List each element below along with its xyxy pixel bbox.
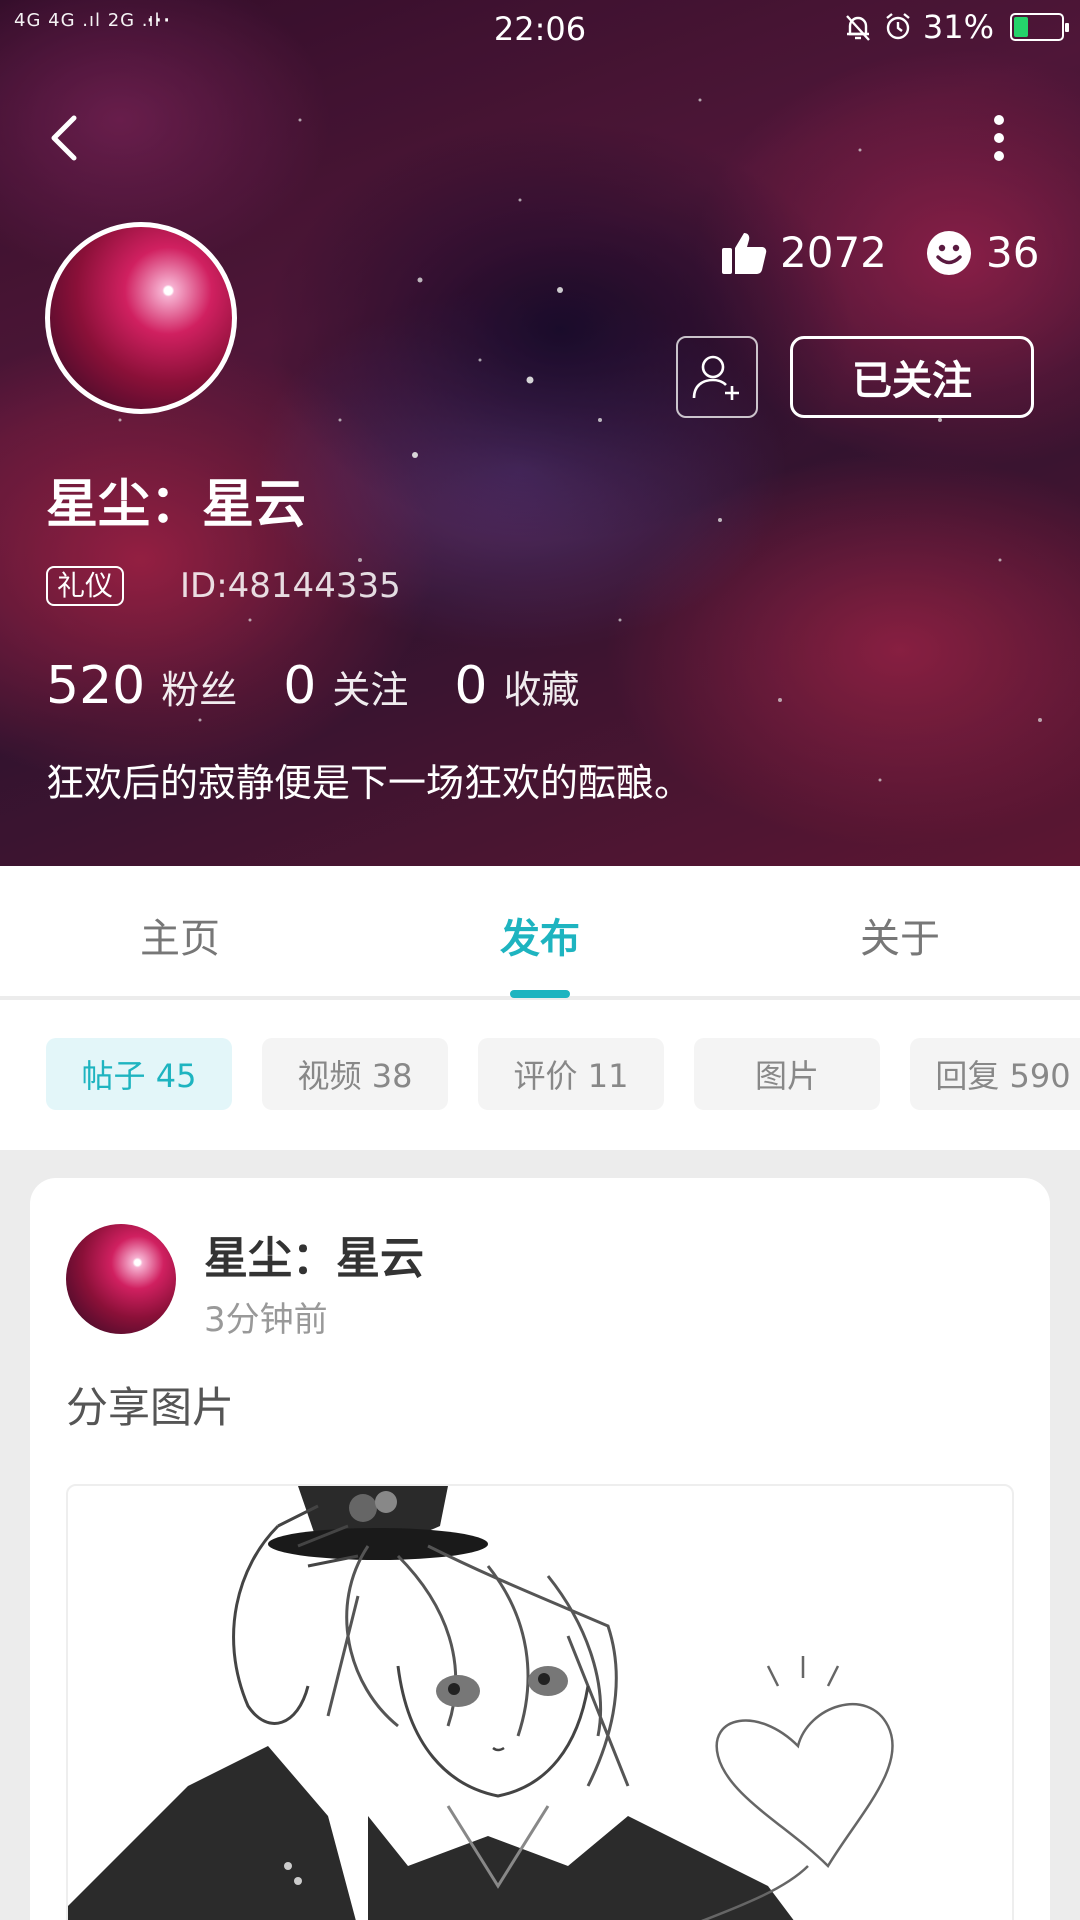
likes-count: 2072 bbox=[780, 228, 887, 277]
post-card[interactable]: 星尘：星云 3分钟前 分享图片 bbox=[30, 1178, 1050, 1920]
more-options-button[interactable] bbox=[984, 108, 1014, 168]
profile-header: 4G 4G .ıl 2G .ıl ··· 22:06 31% 2072 36 已… bbox=[0, 0, 1080, 866]
content-filter-bar: 帖子 45 视频 38 评价 11 图片 回复 590 bbox=[0, 1000, 1080, 1150]
header-shade bbox=[0, 0, 1080, 866]
chevron-left-icon bbox=[51, 115, 77, 161]
filter-reviews[interactable]: 评价 11 bbox=[478, 1038, 664, 1110]
fans-count[interactable]: 520 bbox=[46, 656, 145, 716]
thumbs-up-icon bbox=[722, 232, 767, 274]
tab-home[interactable]: 主页 bbox=[0, 906, 360, 964]
likes-counter[interactable]: 2072 bbox=[720, 228, 887, 277]
favorites-count[interactable]: 0 bbox=[454, 656, 487, 716]
tab-about[interactable]: 关于 bbox=[720, 906, 1080, 964]
battery-level bbox=[1014, 17, 1028, 37]
battery-icon bbox=[1010, 13, 1069, 41]
vertical-dots-icon bbox=[994, 115, 1004, 161]
profile-name: 星尘：星云 bbox=[46, 475, 307, 535]
smiles-counter[interactable]: 36 bbox=[926, 228, 1039, 277]
profile-avatar[interactable] bbox=[45, 222, 237, 414]
profile-page: 4G 4G .ıl 2G .ıl ··· 22:06 31% 2072 36 已… bbox=[0, 0, 1080, 1920]
profile-bio: 狂欢后的寂静便是下一场狂欢的酝酿。 bbox=[46, 761, 693, 805]
smiley-face-icon bbox=[927, 230, 971, 275]
alarm-icon bbox=[886, 13, 910, 40]
back-button[interactable] bbox=[40, 108, 90, 168]
battery-percent: 31% bbox=[922, 8, 994, 46]
post-author-name[interactable]: 星尘：星云 bbox=[204, 1222, 424, 1286]
smiles-count: 36 bbox=[986, 228, 1040, 277]
active-tab-indicator bbox=[510, 990, 570, 998]
profile-stats: 520 粉丝 0 关注 0 收藏 bbox=[46, 656, 626, 716]
status-right: 31% bbox=[843, 8, 1069, 46]
anime-sketch-illustration bbox=[68, 1486, 894, 1920]
filter-posts[interactable]: 帖子 45 bbox=[46, 1038, 232, 1110]
fans-label[interactable]: 粉丝 bbox=[161, 659, 237, 714]
favorites-label[interactable]: 收藏 bbox=[503, 659, 579, 714]
status-bar: 4G 4G .ıl 2G .ıl ··· 22:06 31% bbox=[0, 0, 1080, 56]
user-id: ID:48144335 bbox=[180, 566, 401, 606]
role-badge: 礼仪 bbox=[46, 566, 125, 606]
following-count[interactable]: 0 bbox=[283, 656, 316, 716]
post-author-avatar[interactable] bbox=[66, 1224, 176, 1334]
add-friend-button[interactable] bbox=[676, 336, 758, 418]
profile-tabs: 主页 发布 关于 bbox=[0, 866, 1080, 998]
following-label[interactable]: 关注 bbox=[332, 659, 408, 714]
post-image[interactable] bbox=[66, 1484, 1014, 1920]
filter-images[interactable]: 图片 bbox=[694, 1038, 880, 1110]
following-button[interactable]: 已关注 bbox=[790, 336, 1034, 418]
post-text: 分享图片 bbox=[66, 1383, 235, 1432]
bell-off-icon bbox=[845, 15, 870, 41]
filter-replies[interactable]: 回复 590 bbox=[910, 1038, 1080, 1110]
post-timestamp: 3分钟前 bbox=[204, 1300, 328, 1340]
person-plus-icon bbox=[692, 355, 739, 400]
tab-posts[interactable]: 发布 bbox=[360, 906, 720, 964]
filter-videos[interactable]: 视频 38 bbox=[262, 1038, 448, 1110]
